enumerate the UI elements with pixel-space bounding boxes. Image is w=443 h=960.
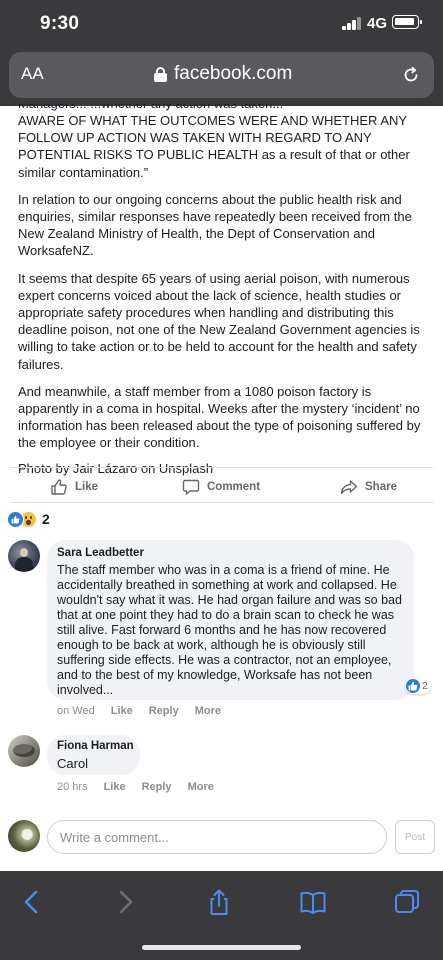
reaction-count: 2 bbox=[42, 511, 50, 527]
comment-author[interactable]: Fiona Harman bbox=[57, 740, 134, 752]
comment-icon bbox=[182, 479, 200, 495]
share-label: Share bbox=[365, 481, 397, 493]
url-domain[interactable]: facebook.com bbox=[174, 63, 292, 85]
comment-time: 20 hrs bbox=[57, 781, 88, 793]
forward-icon[interactable] bbox=[111, 888, 139, 916]
like-reaction-icon bbox=[7, 510, 24, 528]
bookmarks-icon[interactable] bbox=[299, 888, 327, 916]
status-time: 9:30 bbox=[40, 13, 80, 34]
post-paragraph: AWARE OF WHAT THE OUTCOMES WERE AND WHET… bbox=[18, 113, 410, 180]
post-button[interactable]: Post bbox=[395, 820, 435, 854]
comment-time: on Wed bbox=[57, 705, 95, 717]
post-body: Managers... ...whether any action was ta… bbox=[18, 104, 428, 487]
comment-label: Comment bbox=[207, 481, 261, 493]
comment-author[interactable]: Sara Leadbetter bbox=[57, 547, 144, 559]
comment-reaction-badge[interactable]: 2 bbox=[405, 678, 431, 694]
post-paragraph: And meanwhile, a staff member from a 108… bbox=[18, 383, 421, 451]
signal-icon bbox=[342, 16, 362, 30]
comment-text: Carol bbox=[57, 756, 89, 771]
comment-input[interactable] bbox=[47, 820, 387, 854]
current-user-avatar bbox=[8, 820, 40, 852]
text-size-button[interactable]: AA bbox=[21, 64, 44, 84]
comment-reply-link[interactable]: Reply bbox=[142, 781, 172, 793]
post-paragraph: In relation to our ongoing concerns abou… bbox=[18, 191, 412, 259]
comment-bubble: Sara Leadbetter The staff member who was… bbox=[47, 540, 414, 700]
comment-reply-link[interactable]: Reply bbox=[149, 705, 179, 717]
comment-button[interactable]: Comment bbox=[182, 476, 260, 498]
network-label: 4G bbox=[367, 15, 388, 32]
battery-icon bbox=[392, 15, 422, 29]
avatar[interactable] bbox=[8, 540, 40, 572]
post-actions: Like Comment Share bbox=[0, 472, 443, 500]
lock-icon bbox=[154, 67, 167, 82]
comment-more-link[interactable]: More bbox=[195, 705, 221, 717]
comment-meta: on Wed Like Reply More bbox=[57, 705, 237, 717]
comment-more-link[interactable]: More bbox=[188, 781, 214, 793]
share-icon[interactable] bbox=[205, 888, 233, 916]
comment-like-link[interactable]: Like bbox=[104, 781, 126, 793]
share-arrow-icon bbox=[340, 480, 358, 495]
back-icon[interactable] bbox=[18, 888, 46, 916]
address-bar[interactable]: AA facebook.com bbox=[9, 52, 434, 98]
thumbs-up-icon bbox=[51, 479, 67, 495]
cut-off-line: Managers... ...whether any action was ta… bbox=[18, 104, 428, 112]
like-label: Like bbox=[75, 481, 99, 493]
home-indicator bbox=[142, 945, 301, 950]
divider bbox=[10, 502, 433, 503]
avatar[interactable] bbox=[8, 735, 40, 767]
comment-bubble: Fiona Harman Carol bbox=[47, 735, 140, 775]
post-paragraph: It seems that despite 65 years of using … bbox=[18, 270, 420, 372]
like-button[interactable]: Like bbox=[50, 476, 98, 498]
tabs-icon[interactable] bbox=[393, 888, 421, 916]
like-reaction-icon bbox=[406, 679, 420, 693]
reaction-summary[interactable]: 2 bbox=[7, 510, 50, 528]
browser-chrome: 9:30 4G AA facebook.com bbox=[0, 0, 443, 106]
comment-like-link[interactable]: Like bbox=[111, 705, 133, 717]
comment-reaction-count: 2 bbox=[422, 680, 428, 692]
reload-icon[interactable] bbox=[402, 66, 420, 84]
comment-meta: 20 hrs Like Reply More bbox=[57, 781, 230, 793]
share-button[interactable]: Share bbox=[340, 476, 397, 498]
divider bbox=[10, 467, 433, 468]
comment-text: The staff member who was in a coma is a … bbox=[57, 563, 402, 697]
